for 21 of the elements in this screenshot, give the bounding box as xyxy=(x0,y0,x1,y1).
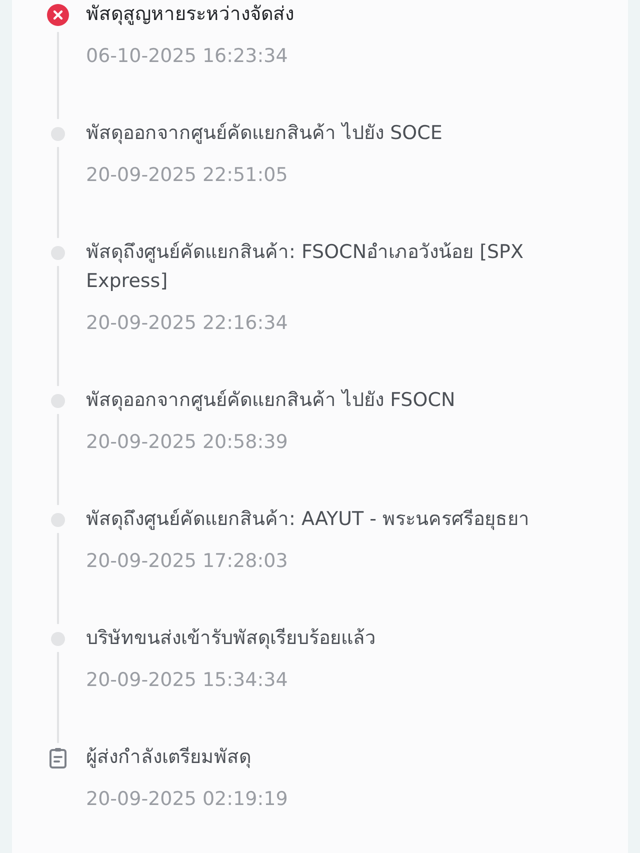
event-title: ผู้ส่งกำลังเตรียมพัสดุ xyxy=(86,745,252,770)
timeline-dot xyxy=(51,394,65,408)
event-title: พัสดุออกจากศูนย์คัดแยกสินค้า ไปยัง SOCE xyxy=(86,121,444,146)
event-time: 20-09-2025 22:51:05 xyxy=(86,163,289,188)
event-title: พัสดุถึงศูนย์คัดแยกสินค้า: FSOCNอำเภอวังน้อย [SPX Express] xyxy=(86,240,525,294)
timeline-dot xyxy=(51,246,65,260)
event-time: 20-09-2025 17:28:03 xyxy=(86,549,289,574)
timeline-dot xyxy=(51,632,65,646)
timeline-dot xyxy=(51,127,65,141)
event-time: 06-10-2025 16:23:34 xyxy=(86,44,289,69)
error-icon xyxy=(47,4,69,26)
event-title: พัสดุถึงศูนย์คัดแยกสินค้า: AAYUT - พระนครศรีอยุธยา xyxy=(86,507,531,532)
event-time: 20-09-2025 20:58:39 xyxy=(86,430,289,455)
event-time: 20-09-2025 15:34:34 xyxy=(86,668,289,693)
event-time: 20-09-2025 22:16:34 xyxy=(86,311,289,336)
event-title: บริษัทขนส่งเข้ารับพัสดุเรียบร้อยแล้ว xyxy=(86,626,377,651)
timeline-dot xyxy=(51,513,65,527)
clipboard-icon xyxy=(49,747,67,769)
event-title: พัสดุสูญหายระหว่างจัดส่ง xyxy=(86,2,295,27)
event-title: พัสดุออกจากศูนย์คัดแยกสินค้า ไปยัง FSOCN xyxy=(86,388,456,413)
event-time: 20-09-2025 02:19:19 xyxy=(86,787,289,812)
